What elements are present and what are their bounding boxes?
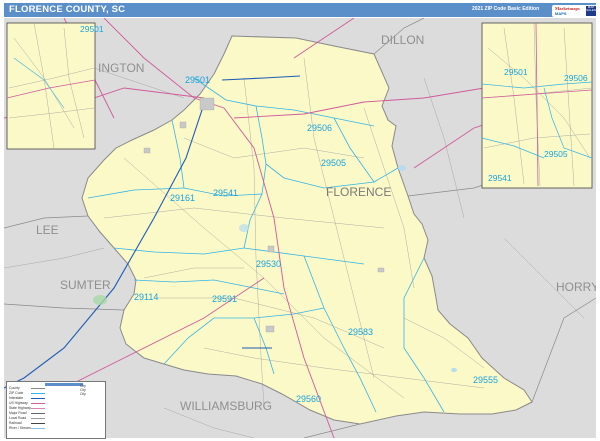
county-label-horry: HORRY (556, 280, 596, 294)
inset-right-zip-29506[interactable]: 29506 (564, 73, 588, 83)
city-scale: City City City (80, 384, 102, 396)
legend-row: Local Road (9, 416, 103, 421)
zip-label-29541[interactable]: 29541 (213, 188, 238, 198)
zip-label-29560[interactable]: 29560 (296, 394, 321, 404)
logo-line2: MAPS (555, 11, 567, 16)
inset-left[interactable]: 29501 (6, 22, 104, 150)
county-label-darlington: INGTON (98, 61, 144, 75)
inset-right[interactable]: 29501 29506 29505 29541 (481, 22, 593, 189)
inset-right-zip-29505[interactable]: 29505 (544, 149, 568, 159)
inset-right-zip-29541[interactable]: 29541 (488, 173, 512, 183)
zip-label-29501[interactable]: 29501 (185, 75, 210, 85)
county-label-florence: FLORENCE (326, 185, 391, 199)
legend-header (45, 383, 83, 386)
inset-left-zip-label: 29501 (80, 24, 104, 34)
map-title: FLORENCE COUNTY, SC (9, 4, 126, 15)
county-label-sumter: SUMTER (60, 278, 111, 292)
zip-label-29583[interactable]: 29583 (348, 327, 373, 337)
county-label-williamsburg: WILLIAMSBURG (180, 399, 272, 413)
scale-label: City (80, 392, 86, 396)
map-poster: FLORENCE COUNTY, SC 2021 ZIP Code Basic … (0, 0, 600, 441)
legend-row: River / Stream (9, 426, 103, 431)
zip-label-29114[interactable]: 29114 (134, 292, 158, 302)
inset-right-zip-29501[interactable]: 29501 (504, 67, 528, 77)
title-bar: FLORENCE COUNTY, SC 2021 ZIP Code Basic … (4, 3, 598, 17)
county-map[interactable]: DILLON INGTON FLORENCE LEE SUMTER HORRY … (4, 18, 596, 438)
zip-label-29591[interactable]: 29591 (212, 294, 237, 304)
edition-label: 2021 ZIP Code Basic Edition (472, 6, 540, 12)
zip-label-29161[interactable]: 29161 (170, 193, 195, 203)
zip-label-29505[interactable]: 29505 (321, 158, 346, 168)
zip-label-29555[interactable]: 29555 (473, 375, 498, 385)
county-label-dillon: DILLON (381, 33, 424, 47)
logo-badge: MAP SALES (586, 5, 596, 16)
zip-label-29506[interactable]: 29506 (307, 123, 332, 133)
publisher-logo: Marketmaps MAPS MAP SALES (552, 5, 598, 17)
county-label-lee: LEE (36, 223, 59, 237)
zip-label-29530[interactable]: 29530 (256, 259, 281, 269)
